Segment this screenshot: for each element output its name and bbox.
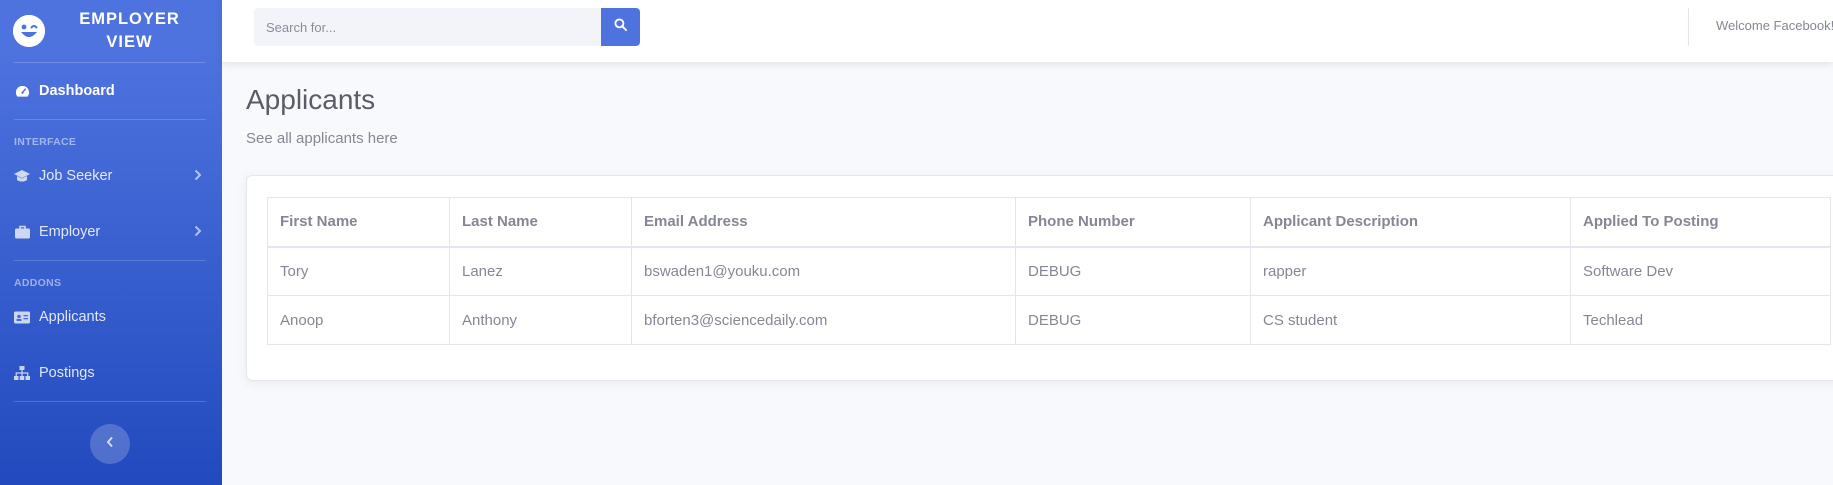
cell-first-name: Anoop: [267, 295, 450, 345]
table-row: Tory Lanez bswaden1@youku.com DEBUG rapp…: [267, 246, 1831, 296]
page-subtitle: See all applicants here: [246, 130, 398, 147]
cell-posting: Software Dev: [1570, 246, 1831, 296]
sidebar-item-label: Dashboard: [39, 83, 115, 99]
sidebar-item-postings[interactable]: Postings: [0, 345, 222, 401]
column-header-first-name: First Name: [267, 197, 450, 248]
sidebar-item-label: Employer: [39, 224, 101, 240]
chevron-left-icon: [106, 435, 114, 453]
column-header-posting: Applied To Posting: [1570, 197, 1831, 248]
cell-phone: DEBUG: [1015, 246, 1251, 296]
cell-description: CS student: [1250, 295, 1571, 345]
sidebar: EMPLOYER VIEW Dashboard INTERFACE Job Se…: [0, 0, 222, 485]
id-card-icon: [14, 309, 30, 325]
user-welcome-text[interactable]: Welcome Facebook!: [1716, 18, 1833, 33]
column-header-phone: Phone Number: [1015, 197, 1251, 248]
briefcase-icon: [14, 224, 30, 240]
sidebar-item-label: Job Seeker: [39, 168, 113, 184]
cell-phone: DEBUG: [1015, 295, 1251, 345]
sidebar-item-dashboard[interactable]: Dashboard: [0, 63, 222, 119]
cell-email: bswaden1@youku.com: [631, 246, 1016, 296]
laugh-wink-icon: [13, 15, 45, 47]
sidebar-brand[interactable]: EMPLOYER VIEW: [0, 0, 222, 62]
cell-last-name: Lanez: [449, 246, 632, 296]
sidebar-heading-interface: INTERFACE: [14, 136, 77, 148]
sidebar-item-job-seeker[interactable]: Job Seeker: [0, 148, 222, 204]
page-title: Applicants: [246, 84, 376, 115]
column-header-last-name: Last Name: [449, 197, 632, 248]
search-icon: [614, 18, 628, 36]
topbar-divider: [1688, 8, 1689, 46]
sidebar-item-label: Postings: [39, 365, 95, 381]
sidebar-heading-addons: ADDONS: [14, 277, 62, 289]
topbar: Welcome Facebook!: [222, 0, 1833, 62]
tachometer-icon: [14, 83, 30, 99]
graduation-cap-icon: [14, 168, 30, 184]
cell-first-name: Tory: [267, 246, 450, 296]
brand-title: EMPLOYER VIEW: [79, 10, 180, 51]
table-row: Anoop Anthony bforten3@sciencedaily.com …: [267, 295, 1831, 345]
applicants-card: First Name Last Name Email Address Phone…: [246, 175, 1833, 381]
sidebar-item-applicants[interactable]: Applicants: [0, 289, 222, 345]
cell-description: rapper: [1250, 246, 1571, 296]
table-header-row: First Name Last Name Email Address Phone…: [267, 197, 1831, 248]
cell-posting: Techlead: [1570, 295, 1831, 345]
search-input[interactable]: [254, 8, 602, 46]
sidebar-toggle-button[interactable]: [90, 424, 130, 464]
sidebar-item-label: Applicants: [39, 309, 106, 325]
sidebar-divider: [14, 401, 206, 402]
sitemap-icon: [14, 365, 30, 381]
search-button[interactable]: [601, 8, 640, 46]
chevron-right-icon: [194, 168, 202, 184]
cell-email: bforten3@sciencedaily.com: [631, 295, 1016, 345]
column-header-email: Email Address: [631, 197, 1016, 248]
applicants-table: First Name Last Name Email Address Phone…: [267, 197, 1831, 345]
chevron-right-icon: [194, 224, 202, 240]
sidebar-item-employer[interactable]: Employer: [0, 204, 222, 260]
cell-last-name: Anthony: [449, 295, 632, 345]
column-header-description: Applicant Description: [1250, 197, 1571, 248]
search-form: [254, 8, 640, 46]
